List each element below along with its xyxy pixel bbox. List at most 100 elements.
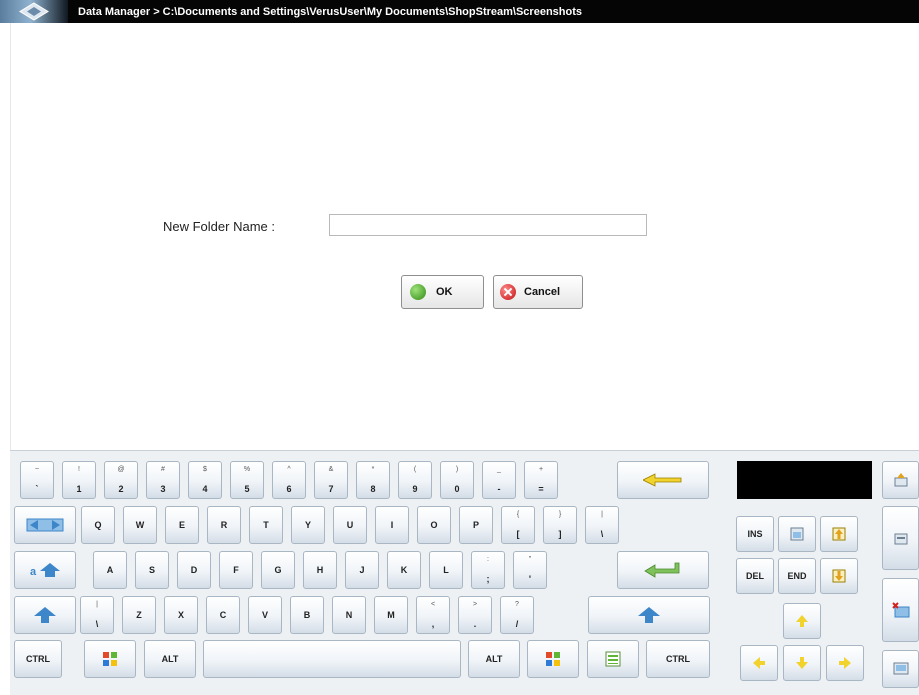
left-shift-key[interactable] [14,596,76,634]
key-symbol[interactable]: ! 1 [62,461,96,499]
right-alt-key[interactable]: ALT [468,640,520,678]
key-symbol[interactable]: (9 [398,461,432,499]
key-label: ] [558,529,562,539]
right-ctrl-key[interactable]: CTRL [646,640,710,678]
arrow-up-icon [796,615,808,627]
right-windows-key[interactable] [527,640,579,678]
key-o[interactable]: O [417,506,451,544]
left-alt-key[interactable]: ALT [144,640,196,678]
arrow-down-key[interactable] [783,645,821,681]
key-b[interactable]: B [290,596,324,634]
right-shift-key[interactable] [588,596,710,634]
key-symbol[interactable]: ? / [500,596,534,634]
key-symbol[interactable]: }] [543,506,577,544]
context-menu-icon [605,651,621,667]
arrow-up-key[interactable] [783,603,821,639]
key-symbol[interactable]: ^ 6 [272,461,306,499]
key-i[interactable]: I [375,506,409,544]
key-label: , [431,619,435,629]
key-label: 6 [286,484,292,494]
key-symbol[interactable]: @2 [104,461,138,499]
context-menu-key[interactable] [587,640,639,678]
key-label: ' [528,574,532,584]
key-label: \ [95,619,99,629]
home-key[interactable] [778,516,816,552]
key-m[interactable]: M [374,596,408,634]
key-symbol[interactable]: % 5 [230,461,264,499]
key-symbol[interactable]: {[ [501,506,535,544]
key-f[interactable]: F [219,551,253,589]
page-up-key[interactable] [820,516,858,552]
key-shift-label: _ [497,466,501,473]
key-symbol[interactable]: * 8 [356,461,390,499]
key-a[interactable]: A [93,551,127,589]
key-v[interactable]: V [248,596,282,634]
key-w[interactable]: W [123,506,157,544]
key-r[interactable]: R [207,506,241,544]
ctrl-label: CTRL [666,653,690,664]
key-t[interactable]: T [249,506,283,544]
page-down-key[interactable] [820,558,858,594]
key-s[interactable]: S [135,551,169,589]
window-title: Data Manager > C:\Documents and Settings… [78,5,582,18]
new-folder-name-input[interactable] [329,214,647,236]
key-h[interactable]: H [303,551,337,589]
key-symbol[interactable]: + = [524,461,558,499]
key-j[interactable]: J [345,551,379,589]
del-key[interactable]: DEL [736,558,774,594]
keyboard-up-button[interactable] [882,461,919,499]
tab-key[interactable] [14,506,76,544]
key-q[interactable]: Q [81,506,115,544]
key-symbol[interactable]: $4 [188,461,222,499]
screenshot-button[interactable] [882,650,919,688]
arrow-left-key[interactable] [740,645,778,681]
key-symbol[interactable]: | \ [80,596,114,634]
key-d[interactable]: D [177,551,211,589]
key-symbol[interactable]: ) 0 [440,461,474,499]
space-key[interactable] [203,640,461,678]
ins-key[interactable]: INS [736,516,774,552]
end-key[interactable]: END [778,558,816,594]
key-n[interactable]: N [332,596,366,634]
key-shift-label: % [243,466,251,473]
key-symbol[interactable]: :; [471,551,505,589]
diamond-logo-icon[interactable] [0,0,68,23]
key-symbol[interactable]: >. [458,596,492,634]
key-symbol[interactable]: | \ [585,506,619,544]
left-ctrl-key[interactable]: CTRL [14,640,62,678]
key-c[interactable]: C [206,596,240,634]
key-symbol[interactable]: <, [416,596,450,634]
key-label: O [430,519,438,530]
enter-key[interactable] [617,551,709,589]
key-u[interactable]: U [333,506,367,544]
key-k[interactable]: K [387,551,421,589]
key-y[interactable]: Y [291,506,325,544]
ins-label: INS [747,528,763,539]
key-shift-label: : [487,556,489,563]
arrow-left-icon [753,657,765,669]
close-keyboard-button[interactable] [882,578,919,642]
key-p[interactable]: P [459,506,493,544]
key-symbol[interactable]: " ' [513,551,547,589]
keyboard-layout-button[interactable] [882,506,919,570]
key-shift-label: " [528,556,532,563]
key-symbol[interactable]: ~ ` [20,461,54,499]
key-l[interactable]: L [429,551,463,589]
key-symbol[interactable]: #3 [146,461,180,499]
caps-lock-key[interactable]: a [14,551,76,589]
left-windows-key[interactable] [84,640,136,678]
key-symbol[interactable]: & 7 [314,461,348,499]
key-symbol[interactable]: _ - [482,461,516,499]
arrow-right-key[interactable] [826,645,864,681]
key-label: N [345,609,353,620]
key-g[interactable]: G [261,551,295,589]
key-label: V [261,609,268,620]
backspace-key[interactable] [617,461,709,499]
key-label: G [274,564,282,575]
key-x[interactable]: X [164,596,198,634]
key-shift-label: < [430,601,436,608]
key-z[interactable]: Z [122,596,156,634]
cancel-button[interactable]: Cancel [493,275,583,309]
ok-button[interactable]: OK [401,275,484,309]
key-e[interactable]: E [165,506,199,544]
